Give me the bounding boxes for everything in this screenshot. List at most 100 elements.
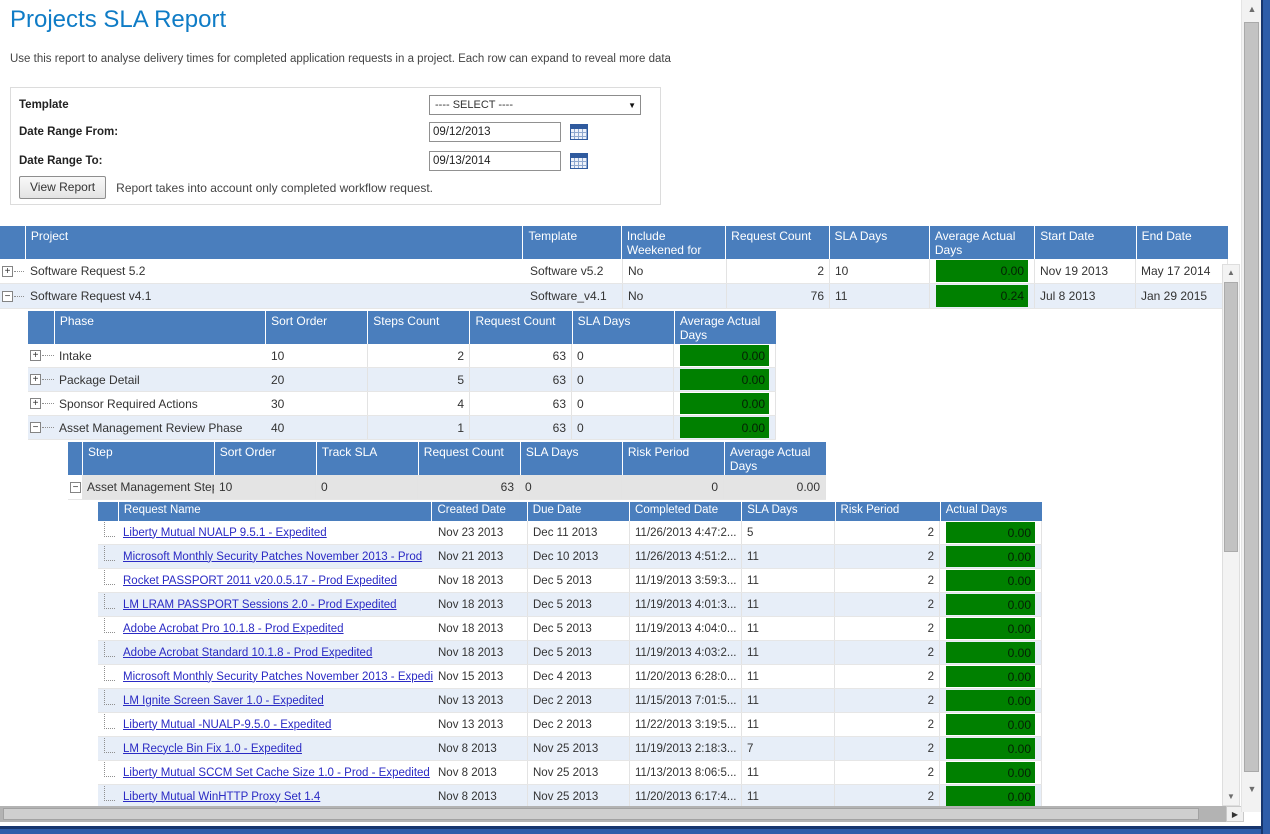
table-cell: 0 bbox=[316, 475, 418, 499]
column-header: SLA Days bbox=[573, 311, 674, 344]
table-cell: Jan 29 2015 bbox=[1136, 284, 1228, 308]
date-to-label: Date Range To: bbox=[19, 155, 103, 167]
expand-icon[interactable]: + bbox=[30, 398, 41, 409]
table-cell: 11 bbox=[742, 665, 835, 688]
sla-green-cell: 0.00 bbox=[946, 690, 1035, 711]
tree-branch-icon bbox=[104, 594, 115, 609]
sla-green-cell: 0.00 bbox=[946, 618, 1035, 639]
table-cell: Dec 2 2013 bbox=[528, 713, 630, 736]
request-link[interactable]: LM LRAM PASSPORT Sessions 2.0 - Prod Exp… bbox=[123, 599, 397, 611]
table-cell: 0.00 bbox=[674, 344, 776, 367]
scrollbar-thumb[interactable] bbox=[1244, 22, 1259, 772]
template-select[interactable]: ---- SELECT ---- ▼ bbox=[429, 95, 641, 115]
table-cell: Microsoft Monthly Security Patches Novem… bbox=[118, 665, 433, 688]
table-cell: 2 bbox=[835, 617, 940, 640]
page-title: Projects SLA Report bbox=[10, 6, 226, 34]
table-cell: 20 bbox=[266, 368, 368, 391]
date-from-input[interactable] bbox=[429, 122, 561, 142]
column-header: Risk Period bbox=[623, 442, 724, 475]
table-cell: 63 bbox=[470, 392, 572, 415]
table-cell: 0.00 bbox=[940, 713, 1042, 736]
scrollbar-thumb[interactable] bbox=[1224, 282, 1238, 552]
request-link[interactable]: Adobe Acrobat Pro 10.1.8 - Prod Expedite… bbox=[123, 623, 344, 635]
requests-row: Adobe Acrobat Pro 10.1.8 - Prod Expedite… bbox=[98, 617, 1042, 641]
report-horizontal-scrollbar[interactable]: ▶ bbox=[0, 806, 1244, 822]
table-cell: Nov 13 2013 bbox=[433, 713, 528, 736]
request-link[interactable]: Rocket PASSPORT 2011 v20.0.5.17 - Prod E… bbox=[123, 575, 397, 587]
scroll-down-icon[interactable]: ▼ bbox=[1223, 789, 1239, 805]
sla-green-cell: 0.00 bbox=[946, 786, 1035, 807]
request-link[interactable]: Microsoft Monthly Security Patches Novem… bbox=[123, 551, 422, 563]
table-cell: 0.00 bbox=[674, 416, 776, 439]
request-link[interactable]: Liberty Mutual -NUALP-9.5.0 - Expedited bbox=[123, 719, 331, 731]
table-cell: Dec 11 2013 bbox=[528, 521, 630, 544]
scroll-up-icon[interactable]: ▲ bbox=[1242, 0, 1262, 18]
collapse-icon[interactable]: − bbox=[30, 422, 41, 433]
table-cell: 11/15/2013 7:01:5... bbox=[630, 689, 742, 712]
table-cell: 10 bbox=[214, 475, 316, 499]
column-header: Average Actual Days bbox=[930, 226, 1034, 259]
request-link[interactable]: Liberty Mutual NUALP 9.5.1 - Expedited bbox=[123, 527, 327, 539]
report-vertical-scrollbar[interactable]: ▲ ▼ bbox=[1222, 264, 1240, 806]
column-header: Average Actual Days bbox=[675, 311, 776, 344]
sla-green-cell: 0.00 bbox=[936, 260, 1028, 282]
column-header: Track SLA bbox=[317, 442, 418, 475]
browser-content: Projects SLA Report Use this report to a… bbox=[0, 0, 1270, 834]
table-cell: 11/20/2013 6:28:0... bbox=[630, 665, 742, 688]
table-cell: Jul 8 2013 bbox=[1035, 284, 1136, 308]
collapse-icon[interactable]: − bbox=[70, 482, 81, 493]
column-header: Request Count bbox=[470, 311, 571, 344]
table-cell: 5 bbox=[368, 368, 470, 391]
table-cell: Nov 18 2013 bbox=[433, 617, 528, 640]
sla-green-cell: 0.00 bbox=[946, 570, 1035, 591]
expander-cell bbox=[98, 521, 118, 544]
requests-row: Microsoft Monthly Security Patches Novem… bbox=[98, 665, 1042, 689]
view-report-button[interactable]: View Report bbox=[19, 176, 106, 199]
table-cell: Nov 18 2013 bbox=[433, 569, 528, 592]
expand-icon[interactable]: + bbox=[30, 374, 41, 385]
sla-green-cell: 0.00 bbox=[680, 345, 769, 366]
page-vertical-scrollbar[interactable]: ▲ ▼ bbox=[1241, 0, 1261, 812]
request-link[interactable]: Adobe Acrobat Standard 10.1.8 - Prod Exp… bbox=[123, 647, 372, 659]
column-header: SLA Days bbox=[742, 502, 834, 521]
date-to-input[interactable] bbox=[429, 151, 561, 171]
table-cell: 11/26/2013 4:51:2... bbox=[630, 545, 742, 568]
table-cell: 5 bbox=[742, 521, 835, 544]
scrollbar-thumb[interactable] bbox=[3, 808, 1199, 820]
steps-row: −Asset Management Step10063000.00 bbox=[68, 475, 826, 500]
table-cell: May 17 2014 bbox=[1136, 259, 1228, 283]
table-cell: 11 bbox=[742, 545, 835, 568]
table-cell: 11/19/2013 2:18:3... bbox=[630, 737, 742, 760]
column-header: End Date bbox=[1137, 226, 1228, 259]
request-link[interactable]: Liberty Mutual WinHTTP Proxy Set 1.4 bbox=[123, 791, 320, 803]
table-cell: 11 bbox=[742, 593, 835, 616]
expander-cell: + bbox=[28, 344, 54, 367]
expand-icon[interactable]: + bbox=[30, 350, 41, 361]
sla-green-cell: 0.00 bbox=[680, 393, 769, 414]
expand-icon[interactable]: + bbox=[2, 266, 13, 277]
tree-connector bbox=[14, 271, 25, 272]
table-cell: Nov 8 2013 bbox=[433, 761, 528, 784]
scroll-down-icon[interactable]: ▼ bbox=[1242, 780, 1262, 798]
collapse-icon[interactable]: − bbox=[2, 291, 13, 302]
tree-branch-icon bbox=[104, 786, 115, 801]
sla-green-cell: 0.00 bbox=[946, 546, 1035, 567]
request-link[interactable]: Microsoft Monthly Security Patches Novem… bbox=[123, 671, 433, 683]
table-cell: Rocket PASSPORT 2011 v20.0.5.17 - Prod E… bbox=[118, 569, 433, 592]
table-cell: 11 bbox=[742, 569, 835, 592]
requests-row: Liberty Mutual NUALP 9.5.1 - ExpeditedNo… bbox=[98, 521, 1042, 545]
table-cell: 0.00 bbox=[940, 737, 1042, 760]
table-cell: 0.00 bbox=[940, 761, 1042, 784]
request-link[interactable]: Liberty Mutual SCCM Set Cache Size 1.0 -… bbox=[123, 767, 430, 779]
sla-green-cell: 0.00 bbox=[946, 522, 1035, 543]
calendar-icon[interactable] bbox=[570, 124, 588, 140]
calendar-icon[interactable] bbox=[570, 153, 588, 169]
column-header: Phase bbox=[55, 311, 265, 344]
table-cell: Dec 10 2013 bbox=[528, 545, 630, 568]
request-link[interactable]: LM Recycle Bin Fix 1.0 - Expedited bbox=[123, 743, 302, 755]
page-description: Use this report to analyse delivery time… bbox=[10, 53, 671, 65]
table-cell: Nov 21 2013 bbox=[433, 545, 528, 568]
phases-row: +Package Detail2056300.00 bbox=[28, 368, 776, 392]
scroll-up-icon[interactable]: ▲ bbox=[1223, 265, 1239, 281]
request-link[interactable]: LM Ignite Screen Saver 1.0 - Expedited bbox=[123, 695, 324, 707]
